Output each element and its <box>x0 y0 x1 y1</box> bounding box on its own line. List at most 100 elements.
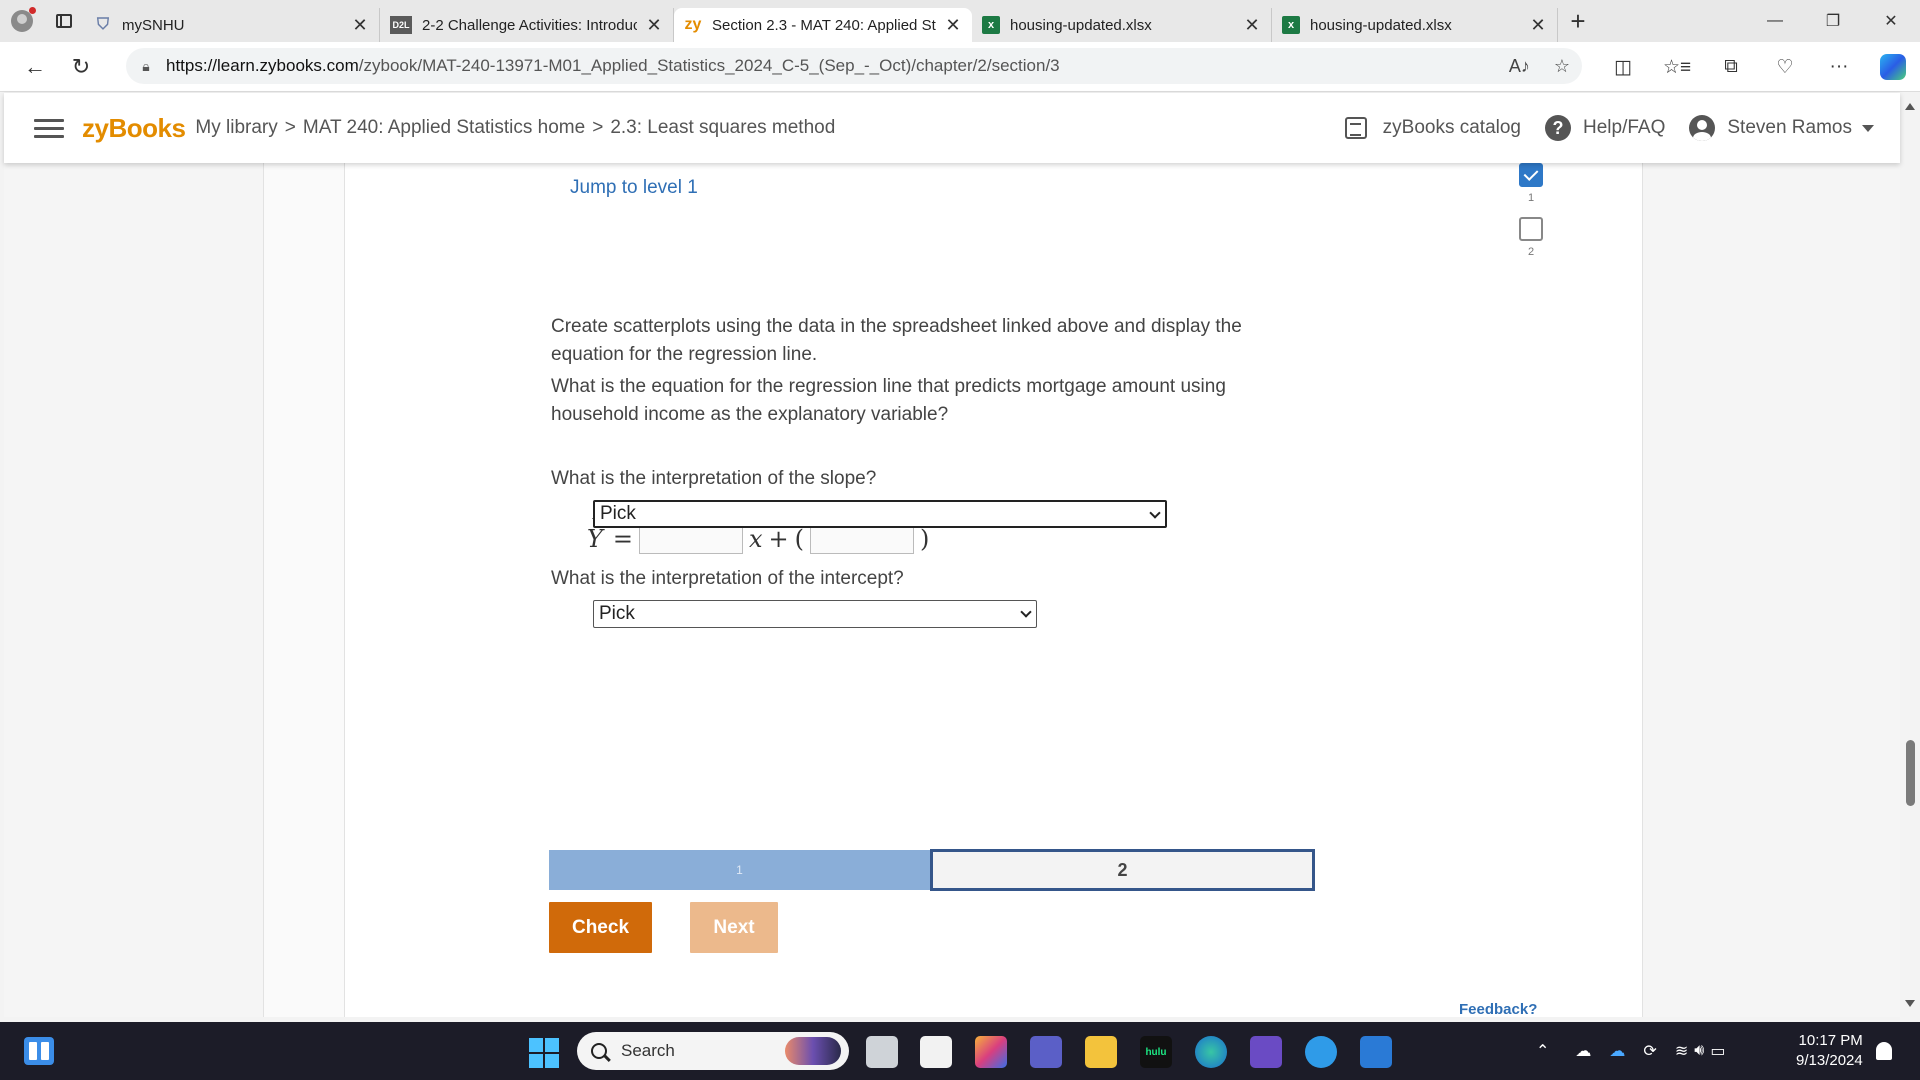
tab-housing-xlsx-2[interactable]: x housing-updated.xlsx ✕ <box>1272 8 1558 42</box>
chevron-down-icon <box>1862 124 1874 132</box>
user-name: Steven Ramos <box>1727 117 1852 138</box>
system-tray: ⌃ ☁ ☁ ⟳ ≋ 🔊︎ ▭ <box>1536 1022 1725 1080</box>
onedrive-business-icon[interactable]: ☁ <box>1609 1041 1625 1061</box>
split-screen-icon[interactable]: ◫ <box>1596 56 1650 79</box>
edge-icon[interactable] <box>1195 1036 1227 1068</box>
shield-icon: ⛉ <box>96 16 109 33</box>
breadcrumb-my-library[interactable]: My library <box>195 117 277 139</box>
slope-interpretation-select[interactable]: Pick <box>593 500 1167 528</box>
new-tab-button[interactable]: + <box>1558 0 1598 42</box>
battery-icon[interactable]: ▭ <box>1710 1041 1725 1061</box>
favorites-icon[interactable]: ☆≡ <box>1650 56 1704 79</box>
close-tab-icon[interactable]: ✕ <box>944 15 962 36</box>
widgets-icon[interactable] <box>24 1037 54 1065</box>
tab-housing-xlsx-1[interactable]: x housing-updated.xlsx ✕ <box>972 8 1272 42</box>
copilot-app-icon[interactable] <box>975 1036 1007 1068</box>
user-avatar-icon <box>1689 115 1716 141</box>
breadcrumb-course-home[interactable]: MAT 240: Applied Statistics home <box>303 117 585 139</box>
microsoft-store-icon[interactable] <box>920 1036 952 1068</box>
breadcrumb-section: 2.3: Least squares method <box>610 117 836 138</box>
zybooks-icon: zy <box>684 16 702 33</box>
level-2-checkbox[interactable] <box>1519 217 1543 241</box>
feedback-link[interactable]: Feedback? <box>1459 1001 1537 1017</box>
chevron-up-icon[interactable]: ⌃ <box>1536 1041 1549 1061</box>
d2l-icon: D2L <box>390 16 412 34</box>
progress-segment-2[interactable]: 2 <box>930 849 1315 891</box>
user-menu[interactable]: Steven Ramos <box>1689 115 1874 141</box>
intercept-select-value: Pick <box>599 603 635 624</box>
scrollbar-thumb[interactable] <box>1906 740 1915 806</box>
window-controls: — ❐ ✕ <box>1746 0 1920 42</box>
lock-icon: 🔒︎ <box>142 57 150 74</box>
tab-actions-button[interactable] <box>44 0 84 42</box>
volume-icon[interactable]: 🔊︎ <box>1694 1042 1704 1060</box>
hulu-icon[interactable]: hulu <box>1140 1036 1172 1068</box>
chevron-down-icon <box>1020 606 1032 618</box>
close-tab-icon[interactable]: ✕ <box>1529 15 1547 36</box>
level-1-checkbox[interactable] <box>1519 163 1543 187</box>
browser-essentials-icon[interactable]: ♡ <box>1758 56 1812 79</box>
intercept-input[interactable] <box>809 524 914 554</box>
scroll-up-arrow-icon[interactable] <box>1905 103 1915 110</box>
profile-button[interactable] <box>0 0 44 42</box>
start-button[interactable] <box>529 1038 559 1068</box>
taskbar-search[interactable]: Search <box>577 1032 849 1070</box>
sync-icon[interactable]: ⟳ <box>1643 1041 1656 1061</box>
menu-icon[interactable] <box>34 114 64 143</box>
level-progress-bar: 1 2 <box>549 849 1315 891</box>
onedrive-icon[interactable]: ☁ <box>1575 1041 1591 1061</box>
restore-icon[interactable]: ❐ <box>1804 0 1862 42</box>
url-host: https://learn.zybooks.com <box>166 56 359 75</box>
read-aloud-icon[interactable]: A♪ <box>1509 56 1530 77</box>
excel-icon: x <box>982 16 1000 34</box>
scroll-down-arrow-icon[interactable] <box>1905 1000 1915 1007</box>
close-tab-icon[interactable]: ✕ <box>1243 15 1261 36</box>
refresh-icon[interactable]: ↻ <box>58 42 104 92</box>
chevron-down-icon <box>1149 507 1161 519</box>
page-content: Jump to level 1 1 2 Create scatterplots … <box>4 163 1900 1017</box>
taskbar-clock[interactable]: 10:17 PM 9/13/2024 <box>1796 1031 1863 1071</box>
instructions-line: equation for the regression line. <box>551 344 818 365</box>
minimize-icon[interactable]: — <box>1746 0 1804 42</box>
clock-time: 10:17 PM <box>1798 1032 1863 1049</box>
tab-d2l-challenge[interactable]: D2L 2-2 Challenge Activities: Introducti… <box>380 8 674 42</box>
tab-title: housing-updated.xlsx <box>1310 16 1452 34</box>
close-tab-icon[interactable]: ✕ <box>351 15 369 36</box>
tab-title: housing-updated.xlsx <box>1010 16 1152 34</box>
close-window-icon[interactable]: ✕ <box>1862 0 1920 42</box>
check-button[interactable]: Check <box>549 902 652 953</box>
teams-icon[interactable] <box>1030 1036 1062 1068</box>
next-button[interactable]: Next <box>690 902 778 953</box>
equation-question: What is the equation for the regression … <box>551 373 1226 429</box>
collections-icon[interactable]: ⧉ <box>1704 56 1758 78</box>
help-link[interactable]: ? Help/FAQ <box>1545 115 1665 141</box>
file-explorer-icon[interactable] <box>1085 1036 1117 1068</box>
jump-to-level-link[interactable]: Jump to level 1 <box>570 177 698 199</box>
question-line: household income as the explanatory vari… <box>551 404 949 425</box>
copilot-icon[interactable] <box>1880 54 1906 80</box>
clock-date: 9/13/2024 <box>1796 1052 1863 1069</box>
favorite-star-icon[interactable]: ☆ <box>1554 56 1570 77</box>
slope-select-value: Pick <box>600 503 636 524</box>
tab-zybooks-section[interactable]: zy Section 2.3 - MAT 240: Applied St ✕ <box>674 8 972 42</box>
myhp-icon[interactable] <box>1250 1036 1282 1068</box>
mail-icon[interactable] <box>1360 1036 1392 1068</box>
progress-segment-1[interactable]: 1 <box>549 850 930 890</box>
wifi-icon[interactable]: ≋ <box>1675 1041 1688 1061</box>
intercept-interpretation-select[interactable]: Pick <box>593 600 1037 628</box>
notification-bell-icon[interactable] <box>1876 1042 1892 1060</box>
slope-input[interactable] <box>638 524 743 554</box>
back-arrow-icon[interactable]: ← <box>12 42 58 92</box>
tab-mysnhu[interactable]: ⛉ mySNHU ✕ <box>84 8 380 42</box>
browser-tab-strip: ⛉ mySNHU ✕ D2L 2-2 Challenge Activities:… <box>0 0 1920 42</box>
address-bar[interactable]: 🔒︎ https://learn.zybooks.com/zybook/MAT-… <box>126 48 1582 84</box>
close-paren: ) <box>919 525 930 553</box>
page-scrollbar[interactable] <box>1900 93 1920 1017</box>
more-menu-icon[interactable]: ··· <box>1812 56 1866 78</box>
catalog-link[interactable]: zyBooks catalog <box>1344 117 1521 139</box>
task-view-icon[interactable] <box>866 1036 898 1068</box>
close-tab-icon[interactable]: ✕ <box>645 15 663 36</box>
get-help-icon[interactable] <box>1305 1036 1337 1068</box>
help-icon: ? <box>1545 115 1571 141</box>
zybooks-logo[interactable]: zyBooks <box>82 113 186 144</box>
